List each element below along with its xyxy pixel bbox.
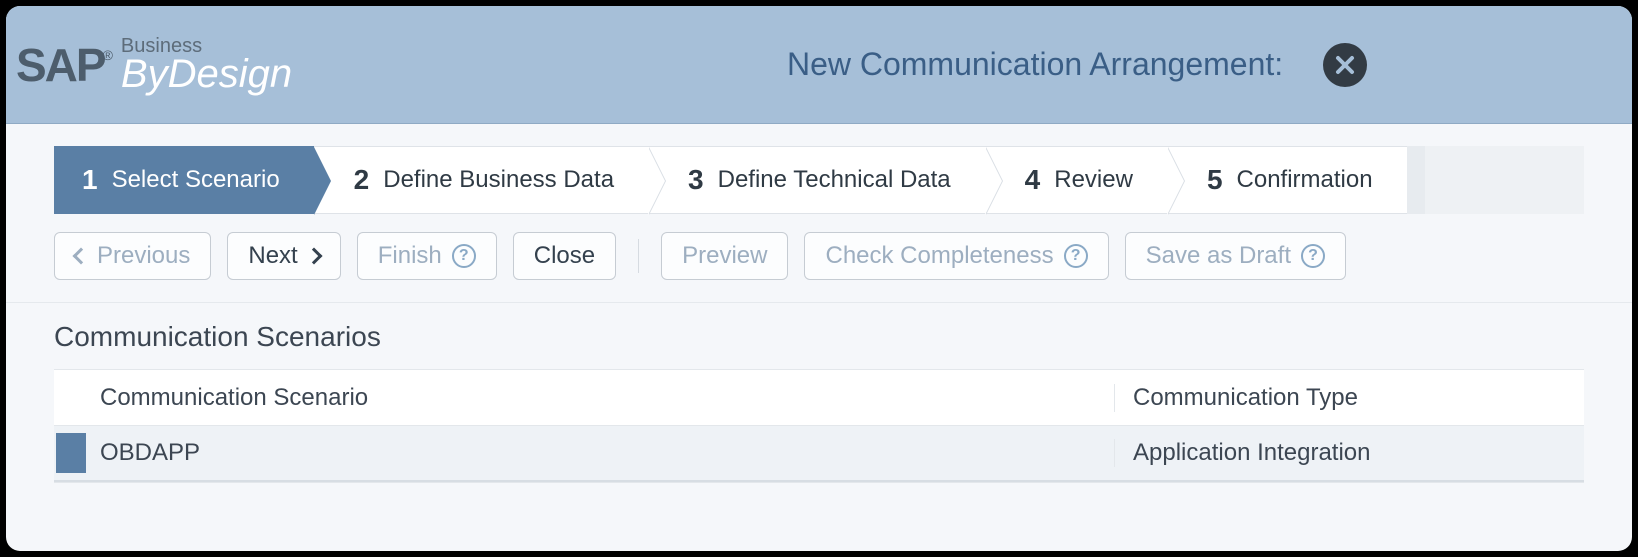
wizard-step-5-num: 5 <box>1207 164 1223 196</box>
top-bar: SAP® Business ByDesign New Communication… <box>6 6 1632 124</box>
chevron-right-icon <box>305 248 322 265</box>
scenarios-table: Communication Scenario Communication Typ… <box>54 369 1584 483</box>
logo-line2: ByDesign <box>121 54 292 94</box>
preview-label: Preview <box>682 242 767 270</box>
wizard-step-4-num: 4 <box>1025 164 1041 196</box>
wizard-step-3-num: 3 <box>688 164 704 196</box>
wizard-step-3[interactable]: 3 Define Technical Data <box>648 146 985 214</box>
help-icon: ? <box>452 244 476 268</box>
cell-scenario: OBDAPP <box>100 439 1114 467</box>
wizard-step-1-num: 1 <box>82 164 98 196</box>
check-completeness-button[interactable]: Check Completeness ? <box>804 232 1108 280</box>
chevron-right-icon <box>1167 147 1184 215</box>
wizard-step-4-label: Review <box>1054 166 1133 194</box>
section-title: Communication Scenarios <box>54 321 1584 353</box>
wizard-step-1[interactable]: 1 Select Scenario <box>54 146 314 214</box>
close-label: Close <box>534 242 595 270</box>
logo-brand: SAP <box>16 39 105 91</box>
chevron-right-icon <box>314 147 331 215</box>
logo-subtext: Business ByDesign <box>121 36 292 94</box>
col-type-header[interactable]: Communication Type <box>1114 384 1584 412</box>
previous-label: Previous <box>97 242 190 270</box>
wizard-step-2-num: 2 <box>354 164 370 196</box>
roadmap-tail <box>1407 146 1425 214</box>
chevron-left-icon <box>73 248 90 265</box>
check-label: Check Completeness <box>825 242 1053 270</box>
brand-logo: SAP® Business ByDesign <box>16 36 292 94</box>
wizard-step-2[interactable]: 2 Define Business Data <box>314 146 648 214</box>
chevron-right-icon <box>985 147 1002 215</box>
col-scenario-header[interactable]: Communication Scenario <box>54 384 1114 412</box>
save-draft-label: Save as Draft <box>1146 242 1291 270</box>
help-icon: ? <box>1301 244 1325 268</box>
wizard-step-5[interactable]: 5 Confirmation <box>1167 146 1407 214</box>
wizard-step-5-label: Confirmation <box>1237 166 1373 194</box>
chevron-right-icon <box>648 147 665 215</box>
wizard-step-1-label: Select Scenario <box>112 166 280 194</box>
title-wrap: New Communication Arrangement: <box>292 43 1602 87</box>
close-toolbar-button[interactable]: Close <box>513 232 616 280</box>
previous-button[interactable]: Previous <box>54 232 211 280</box>
close-icon <box>1333 53 1357 77</box>
logo-registered: ® <box>103 47 111 63</box>
next-label: Next <box>248 242 297 270</box>
preview-button[interactable]: Preview <box>661 232 788 280</box>
toolbar: Previous Next Finish ? Close Preview Che… <box>6 232 1632 303</box>
next-button[interactable]: Next <box>227 232 340 280</box>
wizard-step-2-label: Define Business Data <box>383 166 614 194</box>
table-header: Communication Scenario Communication Typ… <box>54 370 1584 426</box>
save-as-draft-button[interactable]: Save as Draft ? <box>1125 232 1346 280</box>
finish-label: Finish <box>378 242 442 270</box>
wizard-roadmap: 1 Select Scenario 2 Define Business Data… <box>54 146 1584 214</box>
cell-type: Application Integration <box>1114 439 1584 467</box>
close-button[interactable] <box>1323 43 1367 87</box>
wizard-step-3-label: Define Technical Data <box>718 166 951 194</box>
table-row[interactable]: OBDAPP Application Integration <box>54 426 1584 482</box>
section-communication-scenarios: Communication Scenarios Communication Sc… <box>6 303 1632 483</box>
finish-button[interactable]: Finish ? <box>357 232 497 280</box>
separator <box>638 239 639 273</box>
wizard-step-4[interactable]: 4 Review <box>985 146 1167 214</box>
row-selection-marker <box>54 433 100 473</box>
app-window: SAP® Business ByDesign New Communication… <box>6 6 1632 551</box>
help-icon: ? <box>1064 244 1088 268</box>
logo-sap-text: SAP® <box>16 42 113 88</box>
page-title: New Communication Arrangement: <box>787 46 1283 83</box>
content-area: 1 Select Scenario 2 Define Business Data… <box>6 124 1632 551</box>
